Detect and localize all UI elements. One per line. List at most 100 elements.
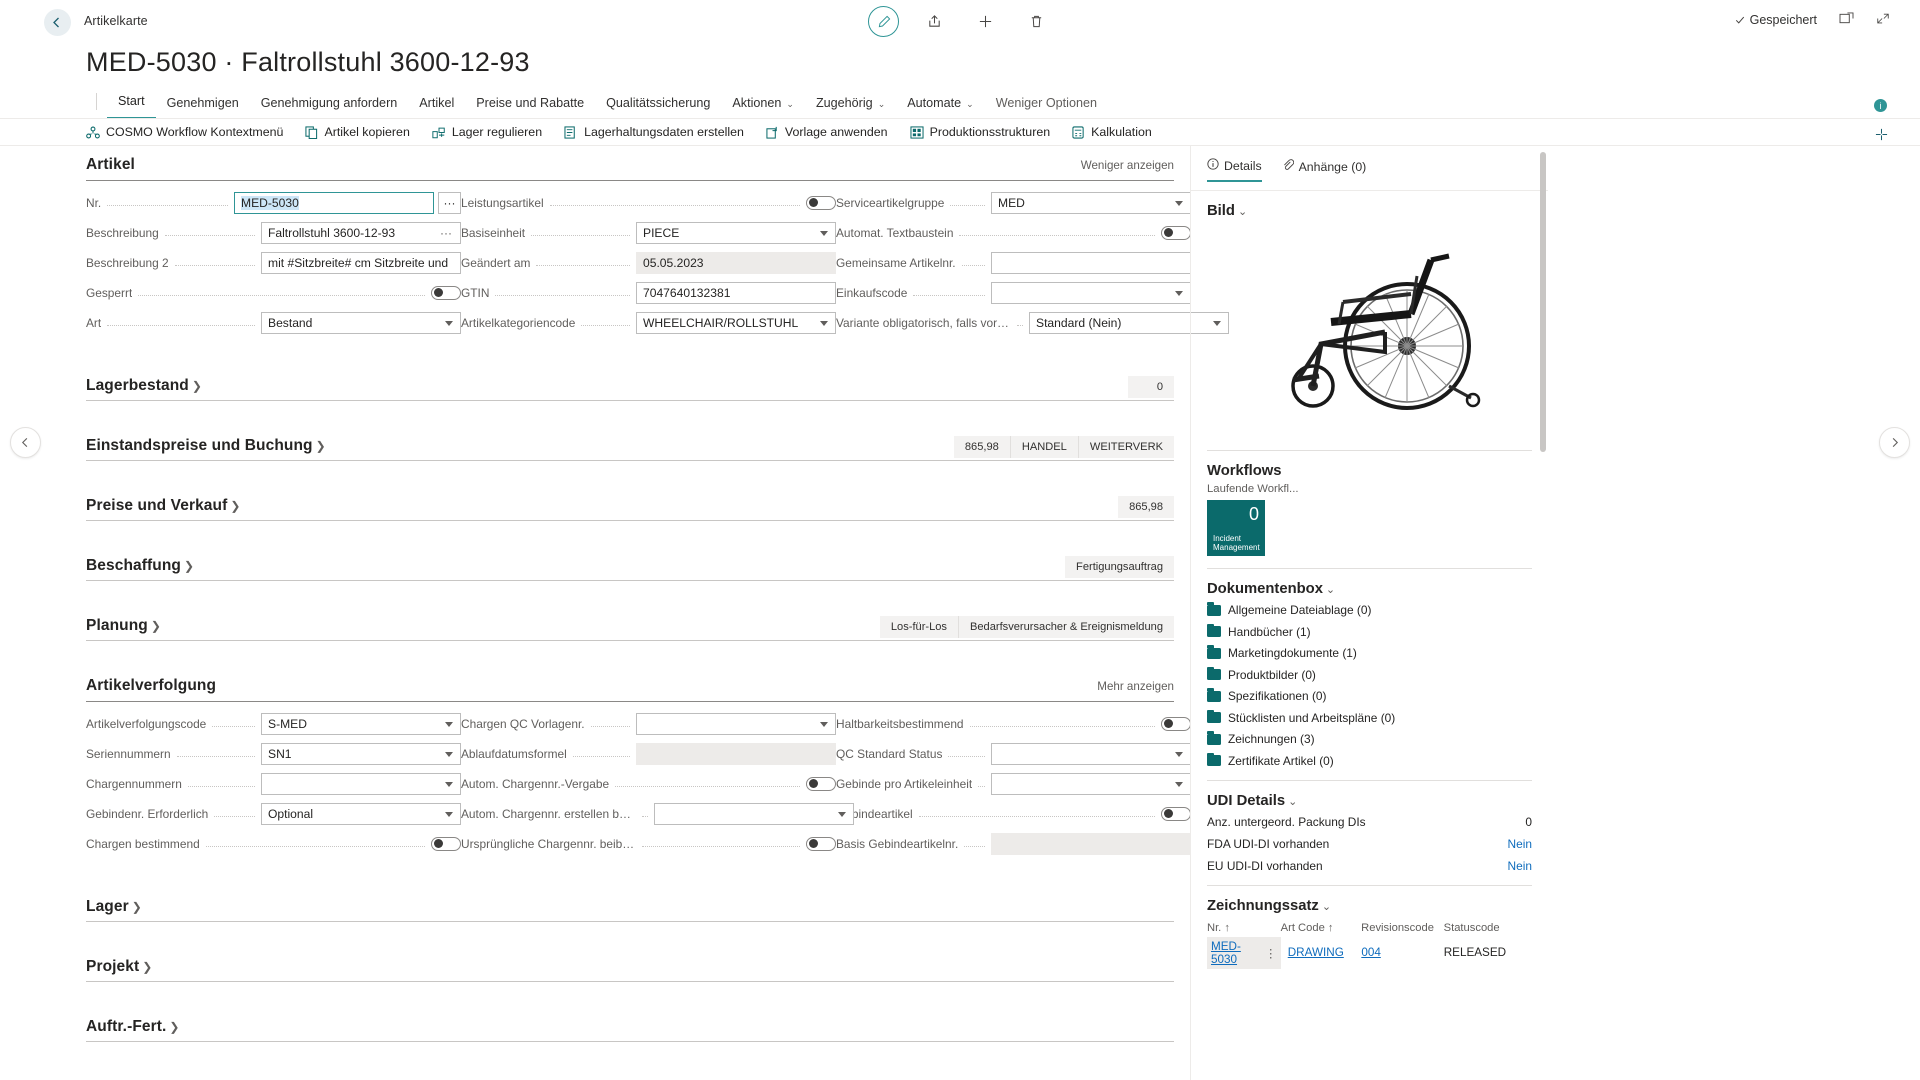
collapsed-section[interactable]: Auftr.-Fert. ❯ xyxy=(86,1008,1174,1042)
section-badge[interactable]: WEITERVERK xyxy=(1077,436,1174,458)
workflow-tile-incident-management[interactable]: 0 Incident Management xyxy=(1207,500,1265,556)
drawings-table-row[interactable]: MED-5030 ⋮ DRAWING 004 RELEASED xyxy=(1207,936,1532,969)
toggle-switch[interactable] xyxy=(1161,225,1191,240)
edit-pencil-button[interactable] xyxy=(868,6,899,37)
drawings-cell-nr[interactable]: MED-5030 ⋮ xyxy=(1207,936,1281,969)
section-badge[interactable]: Fertigungsauftrag xyxy=(1065,556,1174,578)
text-input[interactable]: mit #Sitzbreite# cm Sitzbreite und xyxy=(261,251,461,274)
tab-qualit-tssicherung[interactable]: Qualitätssicherung xyxy=(595,92,721,119)
documentbox-item[interactable]: Spezifikationen (0) xyxy=(1207,688,1532,703)
section-badge[interactable]: Bedarfsverursacher & Ereignismeldung xyxy=(957,616,1174,638)
select-field[interactable] xyxy=(991,742,1191,765)
collapsed-section[interactable]: Preise und Verkauf ❯ 865,98 xyxy=(86,487,1174,521)
ribbon-button-kalkulation[interactable]: Kalkulation xyxy=(1072,125,1152,139)
collapsed-section[interactable]: Einstandspreise und Buchung ❯ 865,98 HANDEL… xyxy=(86,427,1174,461)
drawings-column-header[interactable]: Statuscode xyxy=(1444,922,1532,934)
section-badge[interactable]: 865,98 xyxy=(1118,496,1174,518)
drawings-column-header[interactable]: Nr. ↑ xyxy=(1207,922,1281,934)
udi-heading[interactable]: UDI Details ⌄ xyxy=(1207,793,1532,809)
share-button[interactable] xyxy=(919,6,950,37)
drawings-nr-link[interactable]: MED-5030 xyxy=(1211,940,1265,966)
documentbox-item[interactable]: Marketingdokumente (1) xyxy=(1207,645,1532,660)
image-heading[interactable]: Bild ⌄ xyxy=(1207,203,1532,219)
ribbon-button-artikel-kopieren[interactable]: Artikel kopieren xyxy=(305,125,410,139)
section-badge[interactable]: 865,98 xyxy=(953,436,1010,458)
documentbox-item[interactable]: Produktbilder (0) xyxy=(1207,666,1532,682)
tab-aktionen[interactable]: Aktionen ⌄ xyxy=(721,92,805,119)
fact-box-scrollbar[interactable] xyxy=(1540,152,1546,582)
pin-actions-button[interactable] xyxy=(1875,128,1888,144)
tab-preise-und-rabatte[interactable]: Preise und Rabatte xyxy=(465,92,595,119)
select-field[interactable]: MED xyxy=(991,191,1191,214)
toggle-switch[interactable] xyxy=(431,836,461,851)
collapsed-section[interactable]: Projekt ❯ xyxy=(86,948,1174,982)
tab-artikel[interactable]: Artikel xyxy=(408,92,465,119)
toggle-switch[interactable] xyxy=(806,836,836,851)
toggle-switch[interactable] xyxy=(431,285,461,300)
collapsed-section-4-title[interactable]: Planung ❯ xyxy=(86,617,161,635)
artikelverfolgung-toggle-link[interactable]: Mehr anzeigen xyxy=(1097,680,1174,693)
tab-genehmigung-anfordern[interactable]: Genehmigung anfordern xyxy=(250,92,409,119)
collapsed-section-0-title[interactable]: Lager ❯ xyxy=(86,898,142,916)
fact-box-tab-details[interactable]: Details xyxy=(1207,158,1262,182)
artikel-section-toggle-link[interactable]: Weniger anzeigen xyxy=(1081,159,1174,172)
text-input[interactable]: MED-5030 xyxy=(234,191,434,214)
toggle-switch[interactable] xyxy=(806,195,836,210)
documentbox-item[interactable]: Zertifikate Artikel (0) xyxy=(1207,752,1532,768)
info-badge[interactable]: i xyxy=(1874,99,1887,112)
documentbox-item[interactable]: Allgemeine Dateiablage (0) xyxy=(1207,602,1532,617)
tab-weniger-optionen[interactable]: Weniger Optionen xyxy=(985,92,1108,119)
select-field[interactable] xyxy=(654,802,854,825)
udi-value[interactable]: Nein xyxy=(1508,859,1532,873)
tab-automate[interactable]: Automate ⌄ xyxy=(896,92,984,119)
drawings-cell-revision[interactable]: 004 xyxy=(1361,946,1443,959)
back-button[interactable] xyxy=(44,9,71,36)
text-input[interactable]: Faltrollstuhl 3600-12-93 ··· xyxy=(261,221,461,244)
documentbox-heading[interactable]: Dokumentenbox ⌄ xyxy=(1207,581,1532,597)
section-badge[interactable]: 0 xyxy=(1128,376,1174,398)
documentbox-item[interactable]: Handbücher (1) xyxy=(1207,623,1532,639)
ribbon-button-vorlage-anwenden[interactable]: Vorlage anwenden xyxy=(766,125,888,139)
select-field[interactable] xyxy=(636,712,836,735)
documentbox-item[interactable]: Stücklisten und Arbeitspläne (0) xyxy=(1207,709,1532,725)
collapsed-section-0-title[interactable]: Lagerbestand ❯ xyxy=(86,377,202,395)
collapse-button[interactable] xyxy=(1876,12,1890,28)
select-field[interactable] xyxy=(261,772,461,795)
udi-value[interactable]: Nein xyxy=(1508,837,1532,851)
collapsed-section[interactable]: Lagerbestand ❯ 0 xyxy=(86,367,1174,401)
section-badge[interactable]: Los-für-Los xyxy=(879,616,958,638)
collapsed-section-1-title[interactable]: Einstandspreise und Buchung ❯ xyxy=(86,437,326,455)
select-field[interactable]: S-MED xyxy=(261,712,461,735)
new-button[interactable] xyxy=(970,6,1001,37)
fact-box-tab-anh-nge-0[interactable]: Anhänge (0) xyxy=(1282,158,1366,182)
tab-start[interactable]: Start xyxy=(107,90,156,119)
drawings-cell-art-code[interactable]: DRAWING xyxy=(1281,946,1362,959)
ribbon-button-cosmo-workflow-kontextmen[interactable]: COSMO Workflow Kontextmenü xyxy=(86,125,283,139)
drawings-column-header[interactable]: Revisionscode xyxy=(1361,922,1443,934)
tab-genehmigen[interactable]: Genehmigen xyxy=(156,92,250,119)
select-field[interactable] xyxy=(991,281,1191,304)
artikelverfolgung-title[interactable]: Artikelverfolgung xyxy=(86,677,216,695)
section-badge[interactable]: HANDEL xyxy=(1009,436,1078,458)
ribbon-button-produktionsstrukturen[interactable]: Produktionsstrukturen xyxy=(910,125,1050,139)
row-menu-icon[interactable]: ⋮ xyxy=(1265,946,1277,960)
delete-button[interactable] xyxy=(1021,6,1052,37)
next-record-button[interactable] xyxy=(1879,427,1910,458)
toggle-switch[interactable] xyxy=(1161,806,1191,821)
text-input[interactable]: 7047640132381 xyxy=(636,281,836,304)
scrollbar-thumb[interactable] xyxy=(1540,152,1546,452)
select-field[interactable]: Optional xyxy=(261,802,461,825)
toggle-switch[interactable] xyxy=(1161,716,1191,731)
assist-edit-button[interactable]: ··· xyxy=(438,191,461,214)
select-field[interactable]: WHEELCHAIR/ROLLSTUHL xyxy=(636,311,836,334)
collapsed-section[interactable]: QS❯ xyxy=(86,1068,1174,1080)
documentbox-item[interactable]: Zeichnungen (3) xyxy=(1207,731,1532,746)
drawings-heading[interactable]: Zeichnungssatz ⌄ xyxy=(1207,898,1532,914)
artikel-section-title[interactable]: Artikel xyxy=(86,156,135,174)
collapsed-section[interactable]: Beschaffung ❯ Fertigungsauftrag xyxy=(86,547,1174,581)
collapsed-section-1-title[interactable]: Projekt ❯ xyxy=(86,958,152,976)
collapsed-section[interactable]: Lager ❯ xyxy=(86,888,1174,922)
collapsed-section-3-title[interactable]: Beschaffung ❯ xyxy=(86,557,194,575)
text-input[interactable] xyxy=(991,251,1191,274)
select-field[interactable]: SN1 xyxy=(261,742,461,765)
